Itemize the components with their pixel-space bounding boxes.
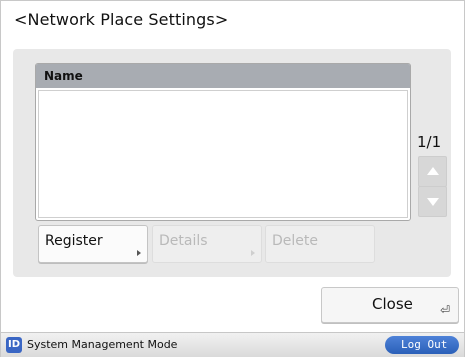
page-title: <Network Place Settings>: [14, 10, 229, 29]
network-place-list[interactable]: Name: [35, 63, 411, 221]
register-label: Register: [45, 233, 103, 249]
status-bar: ID System Management Mode Log Out: [1, 332, 464, 357]
mode-text: System Management Mode: [27, 338, 178, 351]
page-indicator: 1/1: [417, 133, 442, 151]
settings-screen: <Network Place Settings> Name 1/1 Regist…: [0, 0, 465, 357]
delete-button[interactable]: Delete: [265, 225, 375, 263]
list-body[interactable]: [38, 90, 408, 218]
submenu-arrow-icon: [137, 250, 141, 256]
log-out-label: Log Out: [401, 338, 448, 351]
scroll-down-button[interactable]: [418, 186, 447, 217]
arrow-down-icon: [427, 198, 439, 206]
id-icon: ID: [6, 337, 22, 353]
close-button[interactable]: Close ⏎: [321, 287, 459, 323]
log-out-button[interactable]: Log Out: [385, 336, 459, 354]
submenu-arrow-icon: [251, 250, 255, 256]
delete-label: Delete: [272, 233, 318, 249]
register-button[interactable]: Register: [38, 225, 148, 263]
close-label: Close: [372, 295, 413, 313]
arrow-up-icon: [427, 167, 439, 175]
settings-panel: Name 1/1 Register Details Delete: [13, 49, 451, 277]
column-header-name: Name: [44, 69, 83, 83]
details-label: Details: [159, 233, 208, 249]
list-column-header: Name: [36, 64, 410, 88]
details-button[interactable]: Details: [152, 225, 262, 263]
enter-icon: ⏎: [439, 303, 450, 317]
scroll-up-button[interactable]: [418, 156, 447, 187]
